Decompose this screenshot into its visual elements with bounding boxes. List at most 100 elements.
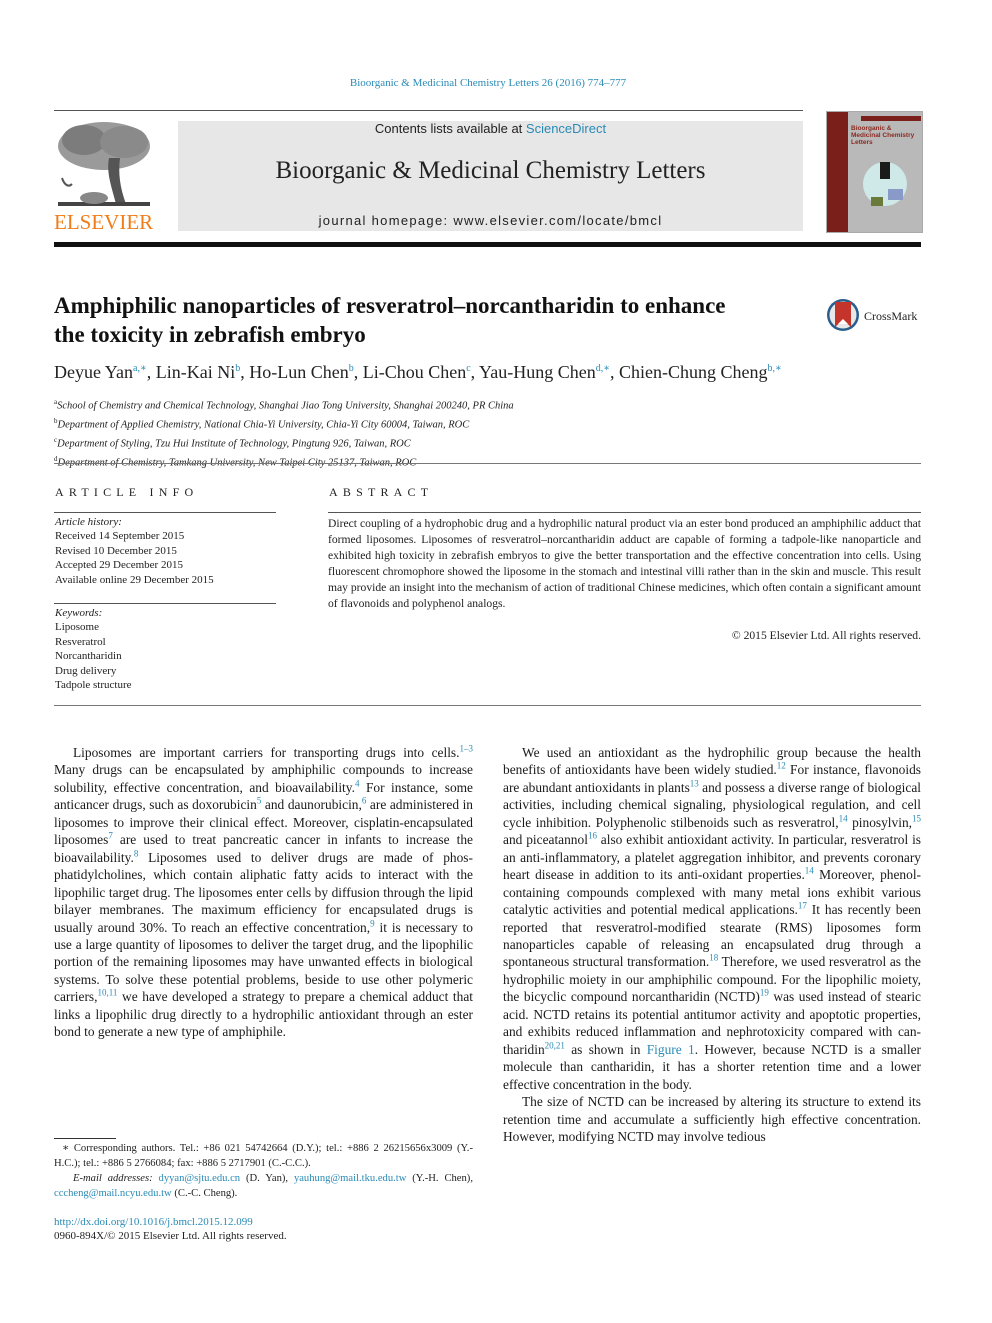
body-paragraph: We used an antioxidant as the hydrophili… (503, 744, 921, 1093)
citation-ref-link[interactable]: 13 (690, 778, 699, 788)
cover-graphic-panel (888, 189, 903, 200)
affiliation-text: Department of Styling, Tzu Hui Institute… (57, 438, 411, 450)
author-name[interactable]: Chien-Chung Cheng (619, 362, 768, 382)
abstract-rule (328, 512, 921, 513)
email-owner: (C.-C. Cheng). (171, 1188, 238, 1199)
cover-title: Bioorganic & Medicinal Chemistry Letters (851, 125, 915, 146)
text-run: as shown in (564, 1041, 647, 1057)
history-revised: Revised 10 December 2015 (55, 544, 177, 557)
author-separator: , (240, 362, 250, 382)
title-line: the toxicity in zebrafish embryo (54, 322, 366, 347)
author-name[interactable]: Li-Chou Chen (363, 362, 467, 382)
contents-line: Contents lists available at ScienceDirec… (178, 121, 803, 136)
abstract-heading: ABSTRACT (329, 485, 434, 499)
keywords-label: Keywords: (55, 607, 103, 619)
section-rule (54, 463, 921, 464)
crossmark-label[interactable]: CrossMark (864, 309, 917, 324)
author-name[interactable]: Lin-Kai Ni (156, 362, 235, 382)
body-column-right: We used an antioxidant as the hydrophili… (503, 744, 921, 1145)
citation-ref-link[interactable]: 20,21 (545, 1040, 565, 1050)
author-name[interactable]: Ho-Lun Chen (249, 362, 348, 382)
affiliation: aSchool of Chemistry and Chemical Techno… (54, 395, 914, 414)
header-rule (54, 110, 803, 111)
text-run: and daunorubicin, (261, 797, 362, 813)
body-column-left: Liposomes are important carriers for tra… (54, 744, 473, 1041)
doi-link[interactable]: http://dx.doi.org/10.1016/j.bmcl.2015.12… (54, 1216, 253, 1228)
cover-graphic-panel (871, 197, 883, 206)
sciencedirect-link[interactable]: ScienceDirect (526, 121, 606, 136)
cover-graphic-panel (880, 162, 890, 179)
body-paragraph: The size of NCTD can be increased by alt… (503, 1094, 921, 1144)
homepage-url-link[interactable]: www.elsevier.com/locate/bmcl (453, 213, 662, 228)
author-separator: , (610, 362, 619, 382)
author-affiliation-mark[interactable]: b,∗ (768, 363, 782, 374)
article-info-rule (54, 512, 276, 513)
author-affiliation-mark[interactable]: d,∗ (596, 363, 610, 374)
keyword: Drug delivery (55, 664, 117, 677)
email-link[interactable]: cccheng@mail.ncyu.edu.tw (54, 1188, 172, 1199)
citation-ref-link[interactable]: 10,11 (98, 988, 118, 998)
citation-ref-link[interactable]: 14 (805, 866, 814, 876)
title-line: Amphiphilic nanoparticles of resveratrol… (54, 293, 726, 318)
keyword: Norcantharidin (55, 650, 122, 663)
email-addresses: E-mail addresses: dyyan@sjtu.edu.cn (D. … (54, 1171, 473, 1201)
journal-citation-link[interactable]: Bioorganic & Medicinal Chemistry Letters… (0, 77, 976, 89)
article-history: Article history: Received 14 September 2… (55, 515, 277, 587)
email-owner: (D. Yan), (240, 1173, 294, 1184)
citation-ref-link[interactable]: 12 (777, 761, 786, 771)
keyword: Resveratrol (55, 635, 106, 648)
article-info-heading: ARTICLE INFO (55, 485, 199, 499)
issn-copyright: 0960-894X/© 2015 Elsevier Ltd. All right… (54, 1230, 287, 1242)
citation-ref-link[interactable]: 15 (912, 813, 921, 823)
author-affiliation-mark[interactable]: a,∗ (133, 363, 147, 374)
body-paragraph: Liposomes are important carriers for tra… (54, 744, 473, 1041)
citation-ref-link[interactable]: 1–3 (460, 744, 474, 754)
author-separator: , (470, 362, 480, 382)
author-separator: , (146, 362, 156, 382)
email-owner: (Y.-H. Chen), (406, 1173, 473, 1184)
history-online: Available online 29 December 2015 (55, 573, 214, 586)
homepage-prefix: journal homepage: (318, 213, 454, 228)
citation-ref-link[interactable]: 19 (760, 988, 769, 998)
email-link[interactable]: yauhung@mail.tku.edu.tw (294, 1173, 406, 1184)
email-link[interactable]: dyyan@sjtu.edu.cn (159, 1173, 241, 1184)
author-separator: , (353, 362, 363, 382)
author-list: Deyue Yana,∗, Lin-Kai Nib, Ho-Lun Chenb,… (54, 362, 934, 383)
author-name[interactable]: Yau-Hung Chen (479, 362, 596, 382)
keyword: Tadpole structure (55, 679, 132, 692)
tree-icon (54, 118, 154, 210)
email-label: E-mail addresses: (73, 1173, 159, 1184)
contents-prefix: Contents lists available at (374, 121, 526, 136)
citation-ref-link[interactable]: 18 (709, 953, 718, 963)
affiliations: aSchool of Chemistry and Chemical Techno… (54, 395, 914, 471)
journal-cover-image[interactable]: Bioorganic & Medicinal Chemistry Letters (826, 111, 923, 233)
text-run: and piceatannol (503, 832, 588, 848)
article-info-rule (54, 603, 276, 604)
text-run: pinosylvin, (847, 814, 912, 830)
journal-name: Bioorganic & Medicinal Chemistry Letters (275, 157, 706, 184)
footnote-rule (54, 1138, 116, 1139)
figure-link[interactable]: Figure 1 (647, 1042, 695, 1057)
history-accepted: Accepted 29 December 2015 (55, 559, 183, 572)
affiliation: bDepartment of Applied Chemistry, Nation… (54, 414, 914, 433)
header-thick-rule (54, 242, 921, 247)
author-name[interactable]: Deyue Yan (54, 362, 133, 382)
history-received: Received 14 September 2015 (55, 530, 185, 543)
crossmark-icon (827, 299, 859, 331)
journal-homepage: journal homepage: www.elsevier.com/locat… (178, 213, 803, 228)
footnotes: ∗ Corresponding authors. Tel.: +86 021 5… (54, 1141, 473, 1201)
citation-ref-link[interactable]: 14 (839, 813, 848, 823)
affiliation-text: School of Chemistry and Chemical Technol… (57, 400, 514, 412)
citation-ref-link[interactable]: 16 (588, 831, 597, 841)
affiliation: cDepartment of Styling, Tzu Hui Institut… (54, 433, 914, 452)
article-title: Amphiphilic nanoparticles of resveratrol… (54, 291, 814, 349)
abstract-copyright: © 2015 Elsevier Ltd. All rights reserved… (731, 629, 921, 642)
cover-topbar (861, 116, 921, 121)
cover-spine (827, 112, 848, 232)
keywords: Keywords: Liposome Resveratrol Norcantha… (55, 606, 277, 692)
affiliation: dDepartment of Chemistry, Tamkang Univer… (54, 452, 914, 471)
keyword: Liposome (55, 621, 99, 634)
abstract-text: Direct coupling of a hydrophobic drug an… (328, 517, 921, 610)
citation-ref-link[interactable]: 17 (798, 901, 807, 911)
text-run: Liposomes are important carriers for tra… (73, 745, 460, 760)
